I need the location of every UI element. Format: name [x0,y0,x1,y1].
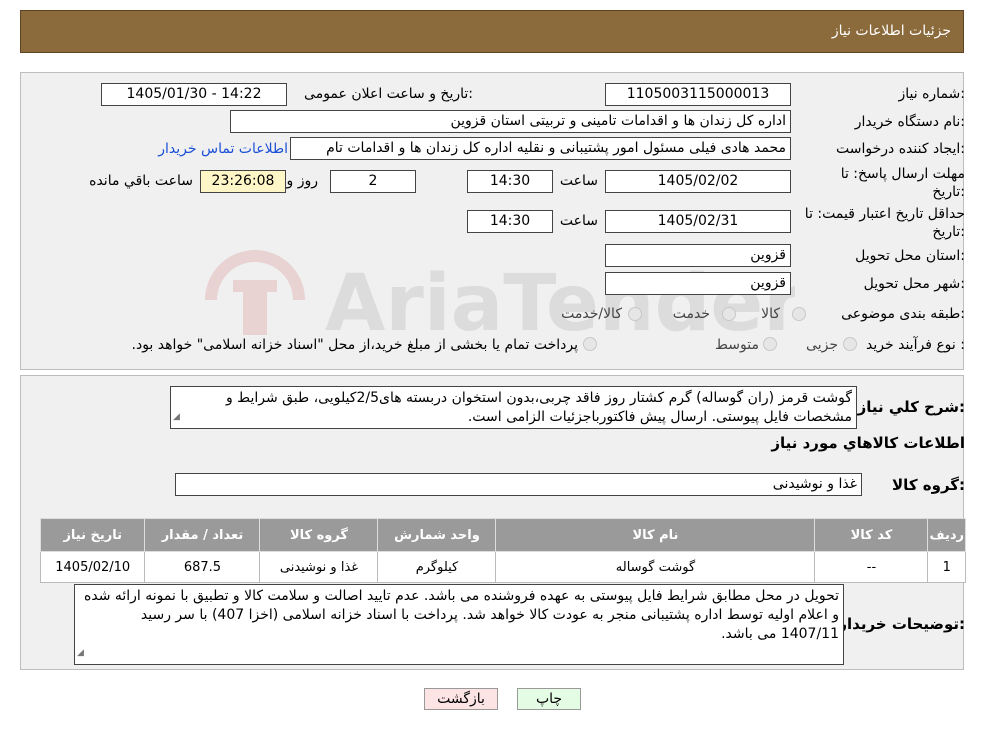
buyer-notes-text: تحویل در محل مطابق شرایط فایل پیوستی به … [74,584,844,665]
need-number-label: شماره نیاز: [898,86,965,102]
remaining-time-field: 23:26:08 [200,170,286,193]
announce-datetime-field: 1405/01/30 - 14:22 [101,83,287,106]
description-text: گوشت قرمز (ران گوساله) گرم کشتار روز فاق… [170,386,857,429]
page-header: جزئیات اطلاعات نیاز [20,10,964,53]
remaining-time-label: ساعت باقي مانده [89,173,193,189]
process-note: پرداخت تمام یا بخشی از مبلغ خرید،از محل … [131,337,578,353]
buyer-contact-link[interactable]: اطلاعات تماس خریدار [158,141,288,157]
buyer-notes-label: توضیحات خریدار: [838,615,965,633]
city-field: قزوین [605,272,791,295]
city-label: شهر محل تحویل: [863,276,965,292]
col-code: کد کالا [814,518,929,552]
cell-unit: کیلوگرم [377,551,497,583]
category-label: طبقه بندی موضوعی: [841,306,965,322]
resize-grip-icon[interactable]: ◢ [173,408,180,427]
process-label: نوع فرآیند خرید : [866,337,965,353]
deadline-time-label: ساعت [559,173,598,189]
process-radio-treasury[interactable] [583,337,597,351]
back-button[interactable]: بازگشت [424,688,498,710]
category-option-service: خدمت [672,306,710,322]
announce-label: تاریخ و ساعت اعلان عمومی: [304,86,473,102]
cell-date: 1405/02/10 [39,551,146,583]
category-radio-goods[interactable] [792,307,806,321]
deadline-time-field: 14:30 [467,170,553,193]
category-option-goods-service: کالا/خدمت [561,306,622,322]
page-title: جزئیات اطلاعات نیاز [831,23,951,39]
province-field: قزوین [605,244,791,267]
goods-table-header: رديف کد کالا نام کالا واحد شمارش گروه کا… [39,518,966,552]
cell-qty: 687.5 [144,551,261,583]
goods-section-title: اطلاعات کالاهاي مورد نياز [771,434,965,452]
cell-name: گوشت گوساله [495,551,816,583]
description-content: گوشت قرمز (ران گوساله) گرم کشتار روز فاق… [225,390,852,425]
deadline-date-field: 1405/02/02 [605,170,791,193]
buyer-label: نام دستگاه خریدار: [854,114,965,130]
validity-label: حداقل تاریخ اعتبار قیمت: تا [804,206,965,222]
creator-label: ایجاد کننده درخواست: [836,141,965,157]
col-qty: تعداد / مقدار [144,518,261,552]
category-radio-goods-service[interactable] [628,307,642,321]
buyer-field: اداره کل زندان ها و اقدامات تامینی و ترب… [230,110,791,133]
deadline-label-cont: تاریخ: [932,184,965,200]
goods-group-label: گروه کالا: [892,476,965,494]
description-label: شرح کلي نياز: [857,398,965,416]
process-option-minor: جزیی [806,337,838,353]
cell-group: غذا و نوشیدنی [259,551,379,583]
col-name: نام کالا [495,518,816,552]
col-date: تاريخ نياز [39,518,146,552]
validity-label-cont: تاریخ: [932,224,965,240]
cell-code: -- [814,551,929,583]
province-label: استان محل تحویل: [855,248,965,264]
resize-grip-icon[interactable]: ◢ [77,644,84,663]
creator-field: محمد هادی فیلی مسئول امور پشتیبانی و نقل… [290,137,791,160]
process-option-medium: متوسط [715,337,759,353]
validity-date-field: 1405/02/31 [605,210,791,233]
days-field: 2 [330,170,416,193]
validity-time-field: 14:30 [467,210,553,233]
buyer-notes-content: تحویل در محل مطابق شرایط فایل پیوستی به … [84,588,839,642]
category-radio-service[interactable] [722,307,736,321]
goods-table: رديف کد کالا نام کالا واحد شمارش گروه کا… [39,518,966,583]
days-label: روز و [286,173,319,189]
validity-time-label: ساعت [559,213,598,229]
goods-group-field: غذا و نوشیدنی [175,473,862,496]
col-group: گروه کالا [259,518,379,552]
table-row: 1 -- گوشت گوساله کیلوگرم غذا و نوشیدنی 6… [39,551,966,583]
category-option-goods: کالا [761,306,780,322]
col-unit: واحد شمارش [377,518,497,552]
print-button[interactable]: چاپ [517,688,581,710]
need-number-field: 1105003115000013 [605,83,791,106]
process-radio-medium[interactable] [763,337,777,351]
deadline-label: مهلت ارسال پاسخ: تا [840,166,965,182]
process-radio-minor[interactable] [843,337,857,351]
cell-row: 1 [927,551,966,583]
col-row: رديف [927,518,966,552]
